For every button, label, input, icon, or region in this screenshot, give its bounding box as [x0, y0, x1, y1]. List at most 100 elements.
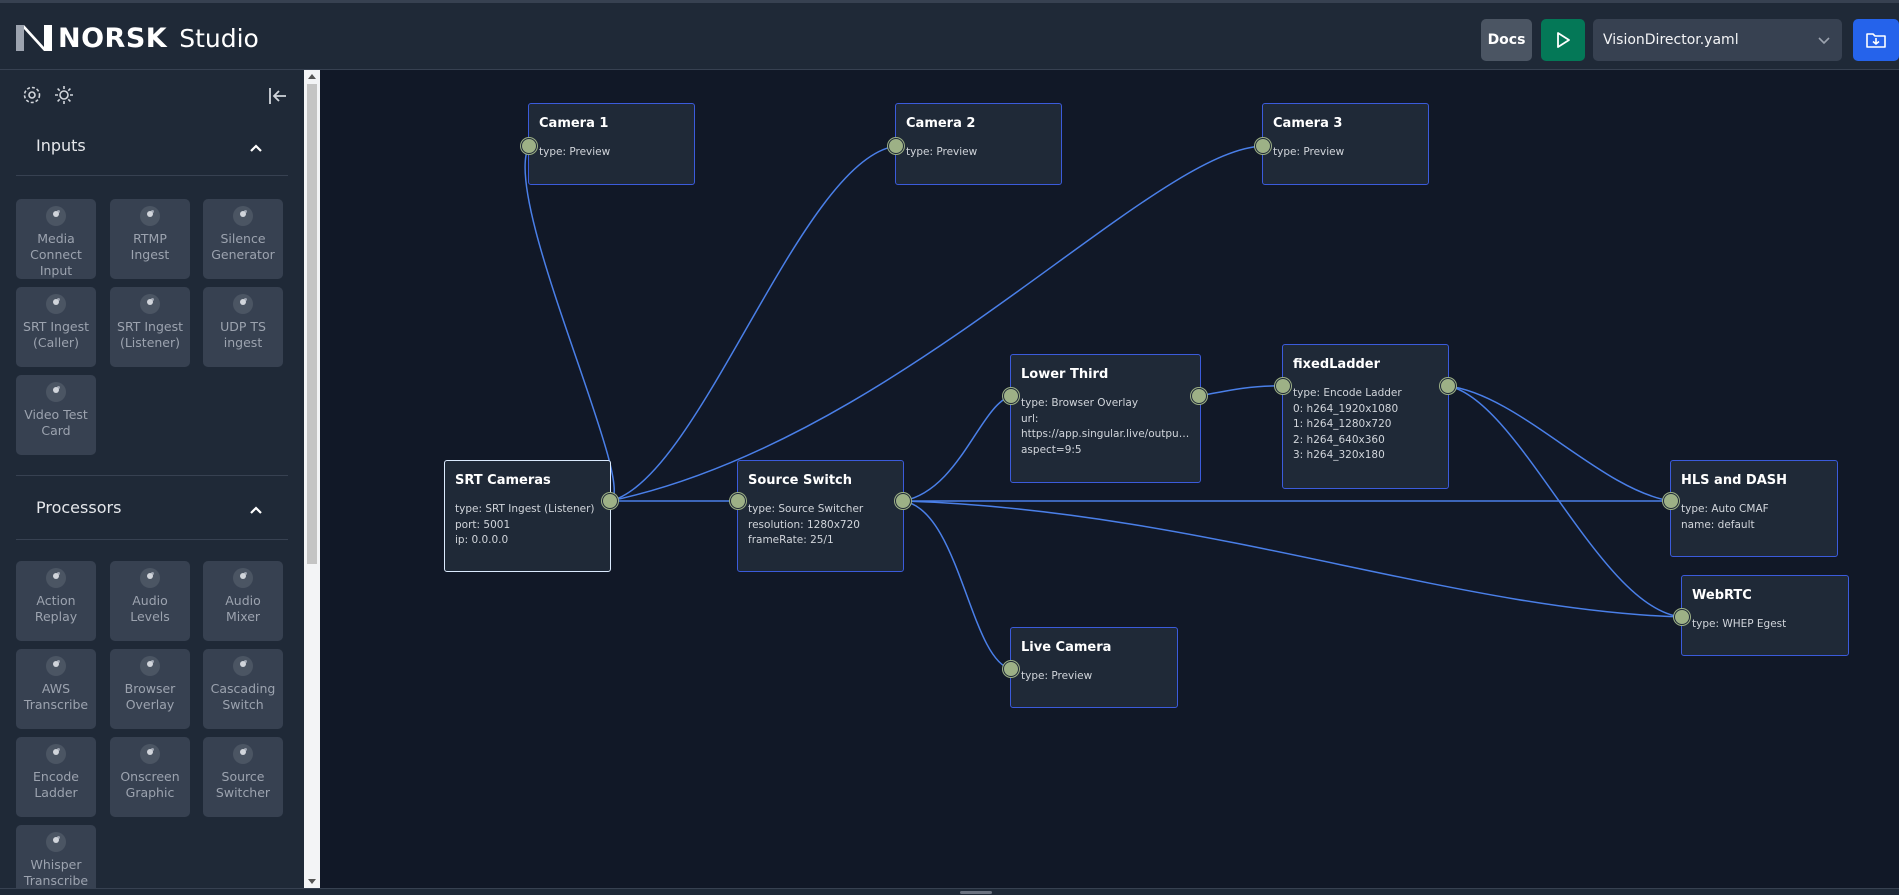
- node-type: type: SRT Ingest (Listener): [455, 503, 595, 515]
- node-title: Camera 2: [906, 116, 976, 131]
- docs-button[interactable]: Docs: [1481, 19, 1532, 61]
- node-type-icon: [140, 656, 160, 676]
- section-divider: [16, 539, 288, 540]
- node-fixed-ladder[interactable]: fixedLadder type: Encode Ladder 0: h264_…: [1282, 344, 1449, 489]
- scrollbar-thumb[interactable]: [307, 84, 317, 564]
- input-tile-silence-generator[interactable]: Silence Generator: [203, 199, 283, 279]
- node-property: frameRate: 25/1: [748, 534, 834, 546]
- norsk-logo-mark-icon: [16, 25, 52, 51]
- file-select[interactable]: VisionDirector.yaml: [1593, 19, 1842, 61]
- camera-1-input-port[interactable]: [521, 138, 537, 154]
- processor-tile-audio-levels[interactable]: Audio Levels: [110, 561, 190, 641]
- chevron-up-icon[interactable]: [246, 500, 266, 520]
- tile-label: Source Switcher: [215, 769, 271, 800]
- node-type-icon: [46, 744, 66, 764]
- node-property: ip: 0.0.0.0: [455, 534, 509, 546]
- node-source-switch[interactable]: Source Switch type: Source Switcher reso…: [737, 460, 904, 572]
- input-tile-srt-listener[interactable]: SRT Ingest (Listener): [110, 287, 190, 367]
- hls-and-dash-input-port[interactable]: [1663, 493, 1679, 509]
- lower-third-input-port[interactable]: [1003, 388, 1019, 404]
- webrtc-input-port[interactable]: [1674, 609, 1690, 625]
- camera-3-input-port[interactable]: [1255, 138, 1271, 154]
- tile-label: Whisper Transcribe: [23, 857, 89, 888]
- node-type-icon: [140, 568, 160, 588]
- processor-tile-aws-transcribe[interactable]: AWS Transcribe: [16, 649, 96, 729]
- node-type: type: Preview: [1273, 146, 1345, 158]
- source-switch-input-port[interactable]: [730, 493, 746, 509]
- node-type: type: Preview: [906, 146, 978, 158]
- section-divider: [16, 175, 288, 176]
- processor-tile-action-replay[interactable]: Action Replay: [16, 561, 96, 641]
- node-property: https://app.singular.live/output/6…: [1021, 428, 1190, 440]
- tile-label: Browser Overlay: [124, 681, 176, 712]
- node-property: name: default: [1681, 518, 1755, 531]
- save-to-folder-button[interactable]: [1853, 19, 1899, 61]
- node-camera-1[interactable]: Camera 1 type: Preview: [528, 103, 695, 185]
- node-property: 1: h264_1280x720: [1293, 418, 1392, 430]
- node-title: Lower Third: [1021, 367, 1109, 382]
- tile-label: Encode Ladder: [33, 769, 79, 800]
- gear-icon[interactable]: [21, 84, 43, 106]
- node-property: 3: h264_320x180: [1293, 449, 1385, 461]
- input-tile-rtmp-ingest[interactable]: RTMP Ingest: [110, 199, 190, 279]
- node-title: Camera 3: [1273, 116, 1343, 131]
- processor-tile-browser-overlay[interactable]: Browser Overlay: [110, 649, 190, 729]
- fixed-ladder-output-port[interactable]: [1440, 378, 1456, 394]
- node-type-icon: [46, 382, 66, 402]
- run-button[interactable]: [1541, 19, 1585, 61]
- node-property: 0: h264_1920x1080: [1293, 402, 1399, 415]
- node-type: type: Encode Ladder: [1293, 387, 1402, 399]
- tile-label: Cascading Switch: [210, 681, 276, 712]
- node-type-icon: [46, 832, 66, 852]
- node-property: url:: [1021, 412, 1039, 425]
- node-type: type: Preview: [1021, 670, 1093, 682]
- collapse-sidebar-icon[interactable]: [267, 85, 289, 107]
- node-srt-cameras[interactable]: SRT Cameras type: SRT Ingest (Listener) …: [444, 460, 611, 572]
- input-tile-video-test-card[interactable]: Video Test Card: [16, 375, 96, 455]
- sidebar-scrollbar[interactable]: [304, 70, 320, 888]
- live-camera-input-port[interactable]: [1003, 661, 1019, 677]
- processor-tile-source-switcher[interactable]: Source Switcher: [203, 737, 283, 817]
- scroll-down-arrow-icon[interactable]: [308, 879, 316, 884]
- input-tile-srt-caller[interactable]: SRT Ingest (Caller): [16, 287, 96, 367]
- processor-tile-encode-ladder[interactable]: Encode Ladder: [16, 737, 96, 817]
- tile-label: AWS Transcribe: [23, 681, 89, 712]
- node-property: port: 5001: [455, 518, 511, 531]
- node-type-icon: [140, 744, 160, 764]
- lower-third-output-port[interactable]: [1191, 388, 1207, 404]
- node-type-icon: [46, 206, 66, 226]
- processor-tile-onscreen-graphic[interactable]: Onscreen Graphic: [110, 737, 190, 817]
- node-type-icon: [233, 656, 253, 676]
- node-type-icon: [233, 206, 253, 226]
- node-webrtc[interactable]: WebRTC type: WHEP Egest: [1681, 575, 1849, 656]
- tile-label: Video Test Card: [24, 407, 88, 438]
- processor-tile-cascading-switch[interactable]: Cascading Switch: [203, 649, 283, 729]
- node-lower-third[interactable]: Lower Third type: Browser Overlay url: h…: [1010, 354, 1201, 483]
- bottom-panel-handle[interactable]: [0, 888, 1899, 895]
- scroll-up-arrow-icon[interactable]: [308, 74, 316, 79]
- camera-2-input-port[interactable]: [888, 138, 904, 154]
- app-header: NORSK Studio Docs VisionDirector.yaml: [0, 0, 1899, 70]
- resize-grip-icon[interactable]: [960, 891, 992, 894]
- section-divider: [16, 475, 288, 476]
- node-property: resolution: 1280x720: [748, 518, 860, 531]
- chevron-up-icon[interactable]: [246, 138, 266, 158]
- node-hls-and-dash[interactable]: HLS and DASH type: Auto CMAF name: defau…: [1670, 460, 1838, 557]
- input-tile-udp-ts[interactable]: UDP TS ingest: [203, 287, 283, 367]
- input-tile-media-connect[interactable]: Media Connect Input: [16, 199, 96, 279]
- node-property: aspect=9:5: [1021, 443, 1082, 456]
- product-name: Studio: [179, 23, 259, 53]
- fixed-ladder-input-port[interactable]: [1275, 378, 1291, 394]
- node-live-camera[interactable]: Live Camera type: Preview: [1010, 627, 1178, 708]
- source-switch-output-port[interactable]: [895, 493, 911, 509]
- processor-tile-whisper-transcribe[interactable]: Whisper Transcribe: [16, 825, 96, 888]
- sun-icon[interactable]: [53, 84, 75, 106]
- node-camera-2[interactable]: Camera 2 type: Preview: [895, 103, 1062, 185]
- node-type: type: Auto CMAF: [1681, 503, 1769, 515]
- srt-cameras-output-port[interactable]: [602, 493, 618, 509]
- node-camera-3[interactable]: Camera 3 type: Preview: [1262, 103, 1429, 185]
- node-type-icon: [46, 568, 66, 588]
- tile-label: SRT Ingest (Caller): [23, 319, 89, 350]
- node-title: Live Camera: [1021, 640, 1112, 655]
- processor-tile-audio-mixer[interactable]: Audio Mixer: [203, 561, 283, 641]
